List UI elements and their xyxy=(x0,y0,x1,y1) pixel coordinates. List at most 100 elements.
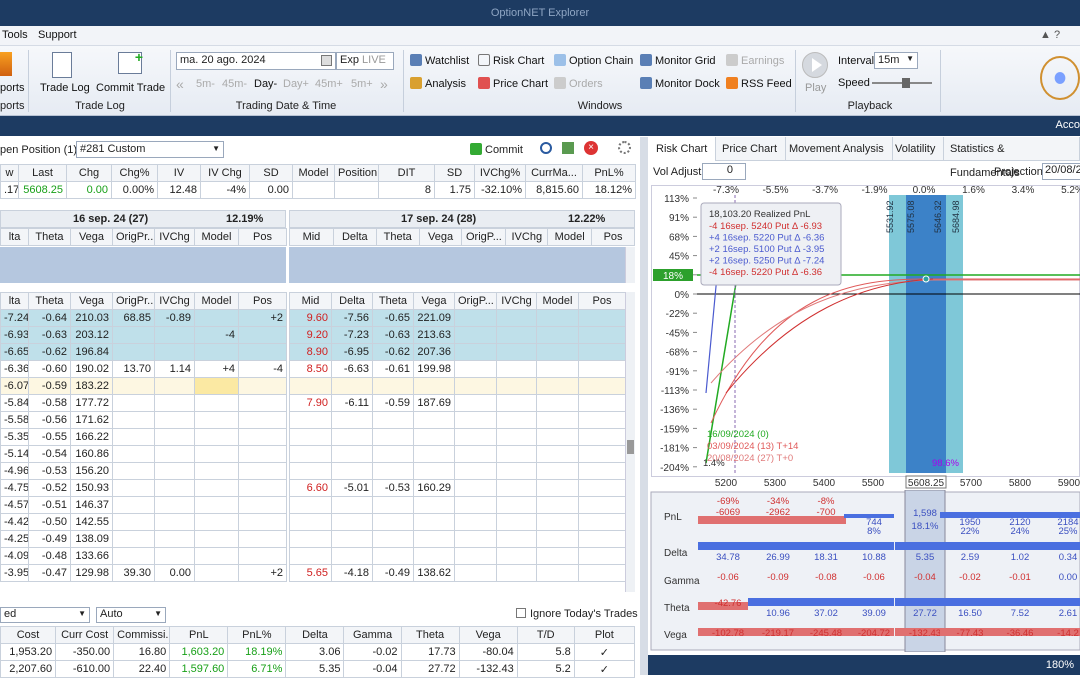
column-header[interactable]: Theta xyxy=(28,292,71,310)
watchlist-button[interactable]: Watchlist xyxy=(410,54,469,67)
nav-5m-minus[interactable]: 5m- xyxy=(196,78,215,90)
table-row[interactable]: -5.14 -0.54 160.86 xyxy=(0,445,287,463)
column-header[interactable]: OrigP... xyxy=(454,292,497,310)
column-header[interactable]: Model xyxy=(194,228,239,246)
projection-input[interactable]: 20/08/2 xyxy=(1042,163,1080,180)
top-grid-right-selection[interactable] xyxy=(289,247,625,283)
commit-trade-icon[interactable]: + xyxy=(118,49,143,74)
nav-5m-plus[interactable]: 5m+ xyxy=(351,78,373,90)
column-header[interactable]: Curr Cost xyxy=(55,626,115,644)
nav-45m-minus[interactable]: 45m- xyxy=(222,78,247,90)
column-header[interactable]: OrigPr... xyxy=(112,228,155,246)
table-row[interactable]: -7.24 -0.64 210.03 68.85 -0.89 +2 xyxy=(0,309,287,327)
panel-splitter[interactable] xyxy=(640,137,648,675)
table-row[interactable] xyxy=(289,445,626,463)
column-header[interactable]: PnL% xyxy=(227,626,287,644)
table-row[interactable]: 9.60 -7.56 -0.65 221.09 xyxy=(289,309,626,327)
column-header[interactable]: Vega xyxy=(418,228,463,246)
column-header[interactable]: Vega xyxy=(458,626,518,644)
calendar-icon[interactable] xyxy=(321,55,332,66)
table-row[interactable] xyxy=(289,496,626,514)
table-row[interactable] xyxy=(289,547,626,565)
top-grid-left-selection[interactable] xyxy=(0,247,286,283)
column-header[interactable]: Delta xyxy=(331,292,373,310)
vol-adjust-input[interactable]: 0 xyxy=(702,163,746,180)
table-row[interactable]: -4.75 -0.52 150.93 xyxy=(0,479,287,497)
table-row[interactable] xyxy=(289,411,626,429)
nav-day-minus[interactable]: Day- xyxy=(254,78,277,90)
tab-statistics[interactable]: Statistics & Fundamentals xyxy=(942,137,1080,179)
monitor-grid-button[interactable]: Monitor Grid xyxy=(640,54,716,67)
ports-label[interactable]: ports xyxy=(0,82,24,94)
orders-button[interactable]: Orders xyxy=(554,77,603,90)
table-row[interactable]: 8.90 -6.95 -0.62 207.36 xyxy=(289,343,626,361)
column-header[interactable]: IVChg xyxy=(154,292,195,310)
column-header[interactable]: Model xyxy=(536,292,579,310)
analysis-button[interactable]: Analysis xyxy=(410,77,466,90)
chain-scrollbar[interactable] xyxy=(625,292,635,592)
position-select[interactable]: #281 Custom ▼ xyxy=(76,141,224,158)
table-row[interactable]: -6.07 -0.59 183.22 xyxy=(0,377,287,395)
column-header[interactable]: Theta xyxy=(372,292,414,310)
table-row[interactable]: -4.96 -0.53 156.20 xyxy=(0,462,287,480)
column-header[interactable]: Theta xyxy=(375,228,420,246)
table-row[interactable] xyxy=(289,377,626,395)
tab-price-chart[interactable]: Price Chart xyxy=(714,137,787,161)
price-chart-button[interactable]: Price Chart xyxy=(478,77,548,90)
nav-45m-plus[interactable]: 45m+ xyxy=(315,78,343,90)
ports-icon[interactable] xyxy=(0,52,12,76)
column-header[interactable]: Pos xyxy=(238,292,287,310)
commit-trade-button[interactable]: Commit Trade xyxy=(96,82,165,94)
column-header[interactable]: Mid xyxy=(289,292,332,310)
column-header[interactable]: Vega xyxy=(413,292,455,310)
column-header[interactable]: Model xyxy=(547,228,593,246)
table-row[interactable] xyxy=(289,530,626,548)
column-header[interactable]: IVChg xyxy=(505,228,549,246)
gear-icon[interactable] xyxy=(618,141,631,154)
column-header[interactable]: Theta xyxy=(400,626,460,644)
table-row[interactable]: -4.25 -0.49 138.09 xyxy=(0,530,287,548)
column-header[interactable]: Model xyxy=(194,292,239,310)
export-icon[interactable] xyxy=(562,142,574,154)
table-row[interactable]: -6.36 -0.60 190.02 13.70 1.14 +4 -4 xyxy=(0,360,287,378)
column-header[interactable]: Vega xyxy=(70,292,113,310)
top-scrollbar[interactable] xyxy=(625,247,635,283)
column-header[interactable]: Cost xyxy=(0,626,57,644)
fast-forward-icon[interactable]: » xyxy=(380,76,388,92)
speed-slider[interactable] xyxy=(872,78,932,88)
menu-tools[interactable]: Tools xyxy=(2,29,28,41)
table-row[interactable]: -5.58 -0.56 171.62 xyxy=(0,411,287,429)
table-row[interactable]: 9.20 -7.23 -0.63 213.63 xyxy=(289,326,626,344)
table-row[interactable]: -6.65 -0.62 196.84 xyxy=(0,343,287,361)
table-row[interactable]: -4.42 -0.50 142.55 xyxy=(0,513,287,531)
rss-feed-button[interactable]: RSS Feed xyxy=(726,77,792,90)
tab-volatility[interactable]: Volatility xyxy=(887,137,945,161)
column-header[interactable]: Pos xyxy=(238,228,287,246)
column-header[interactable]: OrigP... xyxy=(461,228,507,246)
close-icon[interactable]: × xyxy=(584,141,598,155)
table-row[interactable] xyxy=(289,428,626,446)
risk-chart-button[interactable]: Risk Chart xyxy=(478,54,544,67)
menu-support[interactable]: Support xyxy=(38,29,77,41)
commit-button[interactable]: Commit xyxy=(470,143,523,156)
table-row[interactable]: -5.35 -0.55 166.22 xyxy=(0,428,287,446)
table-row[interactable]: 8.50 -6.63 -0.61 199.98 xyxy=(289,360,626,378)
table-row[interactable]: -3.95 -0.47 129.98 39.30 0.00 +2 xyxy=(0,564,287,582)
search-icon[interactable] xyxy=(540,142,552,154)
table-row[interactable]: 5.65 -4.18 -0.49 138.62 xyxy=(289,564,626,582)
column-header[interactable]: IVChg xyxy=(154,228,195,246)
column-header[interactable]: Delta xyxy=(332,228,377,246)
table-row[interactable]: 6.60 -5.01 -0.53 160.29 xyxy=(289,479,626,497)
column-header[interactable]: Gamma xyxy=(343,626,402,644)
rewind-icon[interactable]: « xyxy=(176,76,184,92)
table-row[interactable]: -6.93 -0.63 203.12 -4 xyxy=(0,326,287,344)
table-row[interactable]: 1,953.20 -350.00 16.80 1,603.20 18.19% 3.06 -0… xyxy=(0,643,636,661)
play-icon[interactable] xyxy=(802,52,828,78)
trade-log-icon[interactable] xyxy=(52,52,72,78)
table-row[interactable]: -4.09 -0.48 133.66 xyxy=(0,547,287,565)
option-chain-button[interactable]: Option Chain xyxy=(554,54,633,67)
bottom-select-2[interactable]: Auto ▼ xyxy=(96,607,166,623)
table-row[interactable]: -5.84 -0.58 177.72 xyxy=(0,394,287,412)
tab-risk-chart[interactable]: Risk Chart xyxy=(648,137,717,161)
date-input[interactable]: ma. 20 ago. 2024 xyxy=(176,52,336,70)
